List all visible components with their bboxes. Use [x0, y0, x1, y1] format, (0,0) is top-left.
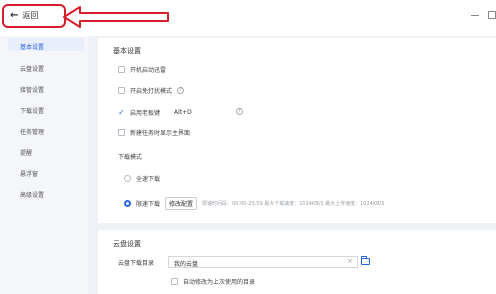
- sidebar-item-basic[interactable]: 基本设置: [20, 42, 44, 51]
- minimize-icon[interactable]: [471, 15, 479, 16]
- help-icon[interactable]: ?: [177, 87, 185, 94]
- sidebar-item-tasks[interactable]: 任务管理: [20, 127, 44, 136]
- show-main-on-new-task-option[interactable]: 新建任务时显示主界面: [118, 128, 190, 137]
- auto-last-dir-checkbox[interactable]: [171, 278, 178, 285]
- autostart-checkbox[interactable]: [118, 66, 125, 73]
- sidebar-item-floating[interactable]: 悬浮窗: [20, 169, 38, 178]
- sidebar-item-advanced[interactable]: 高级设置: [20, 190, 44, 199]
- annotation-arrow: [63, 6, 169, 28]
- do-not-disturb-checkbox[interactable]: [118, 87, 125, 94]
- boss-key-hotkey-field[interactable]: Alt+D: [171, 108, 195, 117]
- basic-settings-title: 基本设置: [113, 47, 141, 55]
- limited-speed-option[interactable]: 限速下载 修改配置 限速时间段：00:00-23:59 最大下载速度：1024K…: [124, 197, 384, 210]
- limited-speed-radio[interactable]: [124, 200, 131, 207]
- title-bar: ← 返回: [0, 0, 496, 36]
- cloud-dir-label: 云盘下载目录: [118, 260, 155, 267]
- sidebar-item-cloud[interactable]: 云盘设置: [20, 64, 44, 73]
- sidebar-item-download[interactable]: 下载设置: [20, 106, 44, 115]
- do-not-disturb-option[interactable]: 开启免打扰模式 ?: [118, 86, 185, 95]
- settings-sidebar: [0, 36, 88, 294]
- show-main-checkbox[interactable]: [118, 129, 125, 136]
- full-speed-radio[interactable]: [124, 175, 131, 182]
- maximize-icon[interactable]: [488, 11, 496, 19]
- sidebar-item-takeover[interactable]: 接管设置: [20, 85, 44, 94]
- cloud-settings-title: 云盘设置: [113, 240, 141, 248]
- folder-icon[interactable]: [361, 256, 370, 265]
- sidebar-item-reminder[interactable]: 提醒: [20, 148, 32, 157]
- modify-config-button[interactable]: 修改配置: [165, 197, 198, 210]
- clear-icon[interactable]: ×: [347, 257, 353, 265]
- cloud-dir-input[interactable]: 我的云盘: [168, 256, 358, 268]
- auto-last-dir-option[interactable]: 自动修改为上次使用的目录: [171, 277, 255, 286]
- speed-limit-info: 限速时间段：00:00-23:59 最大下载速度：1024KB/S 最大上传速度…: [202, 201, 385, 207]
- download-mode-title: 下载模式: [118, 154, 143, 161]
- boss-key-option[interactable]: ✓ 启用老板键 Alt+D: [118, 108, 195, 118]
- full-speed-option[interactable]: 全速下载: [124, 174, 160, 183]
- check-icon[interactable]: ✓: [118, 109, 125, 117]
- help-icon[interactable]: ?: [236, 108, 243, 115]
- annotation-highlight-box: [2, 4, 66, 28]
- autostart-option[interactable]: 开机启动迅雷: [118, 65, 166, 74]
